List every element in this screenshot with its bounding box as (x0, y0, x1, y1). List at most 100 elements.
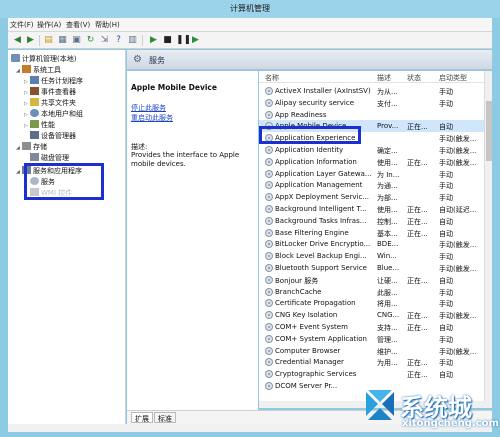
menu-view[interactable]: 查看(V) (66, 20, 90, 30)
start-service-icon[interactable]: ▶ (148, 35, 159, 46)
tree-item-device-manager[interactable]: 设备管理器 (30, 131, 76, 142)
service-startup-cell: 自动 (439, 217, 453, 226)
folder-up-icon[interactable]: ▤ (43, 35, 54, 46)
service-row[interactable]: Background Tasks Infras... 控制... 正在... 自动 (259, 215, 484, 227)
tab-standard[interactable]: 标准 (154, 412, 176, 423)
service-icon (265, 87, 273, 95)
service-row[interactable]: Credential Manager 为用... 正在... 手动 (259, 356, 484, 368)
service-row[interactable]: Bluetooth Support Service Blue... 手动(触发... (259, 262, 484, 274)
service-name-cell: Alipay security service (275, 98, 355, 107)
scrollbar-thumb[interactable] (486, 101, 492, 161)
restart-service-icon[interactable]: ▶ (190, 35, 201, 46)
service-startup-cell: 手动 (439, 288, 453, 297)
service-row[interactable]: CNG Key Isolation CNG... 正在... 手动(触发... (259, 309, 484, 321)
menu-action[interactable]: 操作(A) (37, 20, 61, 30)
service-row[interactable]: Application Information 使用... 正在... 手动(触发..… (259, 156, 484, 168)
tree-item-shared-folders[interactable]: ▷ 共享文件夹 (24, 98, 76, 109)
toolbar: ◀ ▶ ▤ ▦ ▣ ↻ ⇲ ? ▥ ▶ ■ ❚❚ ▶ (8, 32, 492, 49)
tree-item-label: 共享文件夹 (41, 99, 76, 107)
service-row[interactable]: Alipay security service 支付... 手动 (259, 97, 484, 109)
service-icon (265, 275, 273, 284)
refresh-icon[interactable]: ↻ (85, 35, 96, 46)
service-row[interactable]: AppX Deployment Servic... 为部... 手动 (259, 191, 484, 203)
forward-icon[interactable]: ▶ (25, 35, 36, 46)
service-icon (265, 323, 273, 331)
service-startup-cell: 手动(触发... (439, 147, 477, 155)
service-row[interactable]: Block Level Backup Engi... Win... 手动 (259, 250, 484, 262)
service-icon (265, 98, 273, 107)
service-name-cell: Application Information (275, 157, 357, 166)
menu-bar: 文件(F) 操作(A) 查看(V) 帮助(H) (8, 18, 492, 32)
service-row[interactable]: BitLocker Drive Encryptio... BDE... 手动(触发.… (259, 238, 484, 250)
service-status-cell: 正在... (407, 229, 428, 238)
service-name-cell: AppX Deployment Servic... (275, 193, 369, 202)
restart-service-link[interactable]: 重启动此服务 (131, 113, 173, 123)
service-row[interactable]: COM+ System Application 管理... 手动 (259, 333, 484, 345)
column-header-startup-type[interactable]: 启动类型 (439, 73, 467, 83)
pause-service-icon[interactable]: ❚❚ (176, 35, 191, 46)
stop-service-icon[interactable]: ■ (162, 35, 173, 46)
service-row[interactable]: App Readiness (259, 109, 484, 121)
export-list-icon[interactable]: ⇲ (99, 35, 110, 46)
tree-item-root[interactable]: 计算机管理(本地) (11, 54, 76, 65)
tree-item-system-tools[interactable]: ◢ 系统工具 (16, 65, 61, 76)
service-icon (265, 157, 273, 166)
service-startup-cell: 手动 (439, 359, 453, 368)
service-status-cell: 正在... (407, 276, 428, 285)
back-icon[interactable]: ◀ (12, 35, 23, 46)
service-desc-cell: 使用... (377, 158, 398, 167)
selected-service-title: Apple Mobile Device (131, 83, 217, 92)
service-row[interactable]: Bonjour 服务 让硬... 正在... 自动 (259, 274, 484, 286)
services-gear-icon: ⚙ (133, 54, 142, 65)
show-hide-tree-icon[interactable]: ▦ (57, 35, 68, 46)
service-desc-cell: Prov... (377, 122, 399, 131)
tree-item-task-scheduler[interactable]: ▷ 任务计划程序 (24, 76, 83, 87)
stop-service-link[interactable]: 停止此服务 (131, 103, 166, 113)
menu-help[interactable]: 帮助(H) (95, 20, 120, 30)
computer-management-window: 计算机管理 文件(F) 操作(A) 查看(V) 帮助(H) ◀ ▶ ▤ ▦ ▣ … (0, 0, 500, 437)
service-icon (265, 181, 273, 190)
service-icon (265, 334, 273, 343)
tree-item-label: 设备管理器 (41, 132, 76, 140)
service-desc-cell: 基本... (377, 229, 398, 238)
services-header: ⚙ 服务 (127, 50, 492, 70)
task-scheduler-icon (30, 76, 39, 84)
service-name-cell: CNG Key Isolation (275, 311, 338, 320)
view-icon[interactable]: ▥ (127, 35, 138, 46)
vertical-scrollbar[interactable] (484, 71, 492, 401)
service-row[interactable]: ActiveX Installer (AxInstSV) 为从... 手动 (259, 85, 484, 97)
service-row[interactable]: BranchCache 此服... 手动 (259, 286, 484, 298)
service-startup-cell: 自动 (439, 276, 453, 285)
column-header-status[interactable]: 状态 (407, 73, 421, 83)
services-header-label: 服务 (149, 56, 165, 65)
service-row[interactable]: Application Layer Gatewa... 为 In... 手动 (259, 168, 484, 180)
help-icon[interactable]: ? (113, 35, 124, 46)
tree-item-performance[interactable]: ▷ 性能 (24, 120, 55, 131)
service-name-cell: Certificate Propagation (275, 299, 356, 308)
service-desc-cell: BDE... (377, 240, 399, 249)
tree-item-storage[interactable]: ◢ 存储 (16, 142, 47, 153)
properties-icon[interactable]: ▣ (71, 35, 82, 46)
service-name-cell: Block Level Backup Engi... (275, 252, 367, 261)
column-header-description[interactable]: 描述 (377, 73, 391, 83)
service-row[interactable]: Computer Browser 维护... 手动(触发... (259, 345, 484, 357)
tab-extended[interactable]: 扩展 (131, 412, 153, 423)
menu-file[interactable]: 文件(F) (10, 20, 34, 30)
tree-item-event-viewer[interactable]: ▷ 事件查看器 (24, 87, 76, 98)
service-name-cell: Application Management (275, 181, 363, 190)
service-row[interactable]: Certificate Propagation 将用... 手动 (259, 297, 484, 309)
tree-item-local-users[interactable]: ▷ 本地用户和组 (24, 109, 83, 120)
service-startup-cell: 手动 (439, 194, 453, 203)
service-icon (265, 146, 273, 154)
service-name-cell: Credential Manager (275, 358, 344, 367)
service-row[interactable]: Background Intelligent T... 使用... 正在... 自动(… (259, 203, 484, 215)
service-desc-cell: 支付... (377, 99, 398, 108)
service-row[interactable]: Base Filtering Engine 基本... 正在... 自动 (259, 227, 484, 239)
column-header-name[interactable]: 名称 (265, 73, 279, 83)
service-row[interactable]: Cryptographic Services 正在... 自动 (259, 368, 484, 380)
service-row[interactable]: Application Identity 确定... 手动(触发... (259, 144, 484, 156)
annotation-box-tree (24, 163, 104, 200)
service-row[interactable]: COM+ Event System 支持... 正在... 自动 (259, 321, 484, 333)
service-desc-cell: Blue... (377, 264, 400, 272)
service-row[interactable]: Application Management 为通... 手动 (259, 179, 484, 191)
